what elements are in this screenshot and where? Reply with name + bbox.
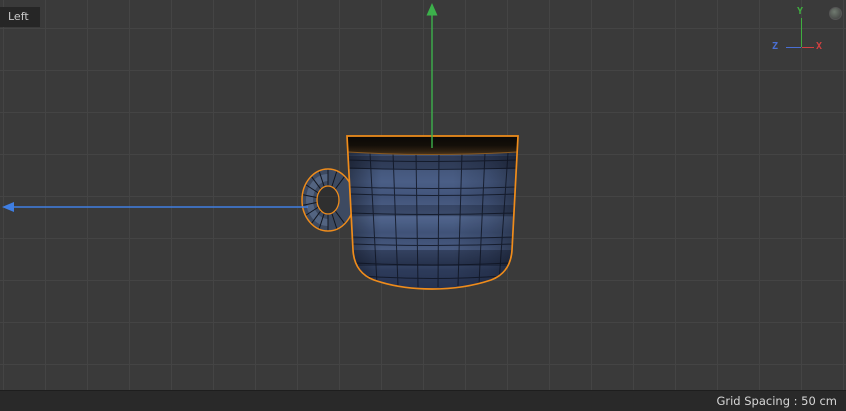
axis-x-label: X	[816, 41, 822, 52]
cup-handle	[302, 169, 354, 231]
grid-spacing-label: Grid Spacing : 50 cm	[716, 394, 837, 408]
axis-x-line	[802, 47, 814, 48]
viewport-canvas[interactable]	[0, 0, 846, 411]
axis-y-line	[801, 18, 802, 47]
axis-z-line	[786, 47, 801, 48]
axis-y-label: Y	[797, 6, 803, 17]
axis-z-label: Z	[772, 41, 778, 52]
y-axis-handle[interactable]	[427, 3, 438, 148]
cup-model[interactable]	[302, 136, 519, 289]
viewport[interactable]: Left Y X Z Grid Spacing : 50 cm	[0, 0, 846, 411]
axis-gizmo[interactable]: Y X Z	[768, 6, 826, 58]
z-axis-handle[interactable]	[2, 202, 308, 212]
z-axis-arrowhead[interactable]	[2, 202, 14, 212]
view-label[interactable]: Left	[0, 7, 40, 27]
cup-body	[347, 136, 519, 289]
status-bar: Grid Spacing : 50 cm	[0, 390, 846, 411]
y-axis-arrowhead[interactable]	[427, 3, 438, 16]
viewport-menu-icon[interactable]	[829, 7, 842, 20]
